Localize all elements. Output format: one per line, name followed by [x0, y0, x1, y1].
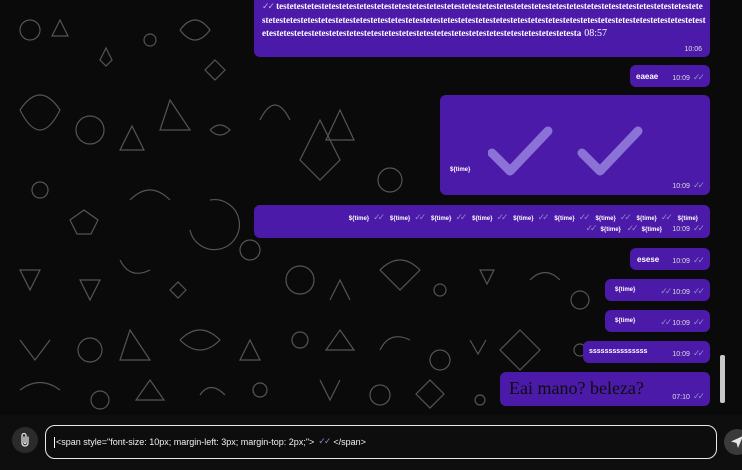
double-check-icon: ✓✓	[373, 213, 385, 223]
double-check-icon: ✓✓	[692, 224, 705, 234]
input-value-end: </span>	[333, 437, 366, 447]
message-time: 10:09	[672, 257, 690, 265]
inline-time: 08:57	[584, 28, 608, 39]
message-time: 07:10	[672, 393, 690, 401]
message-time: 10:09	[672, 319, 690, 327]
message-meta: 10:06	[684, 46, 702, 53]
double-check-icon: ✓✓	[578, 213, 591, 223]
message-meta: 10:09 ✓✓	[672, 349, 705, 359]
message-text-row: ✓✓ ${time} ✓✓ ${time}	[585, 224, 666, 234]
message-time: 10:09	[672, 288, 690, 296]
message-text: ${time}	[641, 227, 662, 233]
message-time: 10:09	[672, 182, 690, 190]
attach-button[interactable]	[12, 427, 38, 453]
message-text: sssssssssssssss	[589, 348, 648, 355]
double-check-icon: ✓✓	[692, 73, 705, 83]
double-check-icon: ✓✓	[660, 213, 673, 223]
double-check-icon: ✓✓	[692, 287, 705, 297]
double-check-icon: ✓✓	[537, 213, 550, 223]
message-input[interactable]: <span style="font-size: 10px; margin-lef…	[45, 425, 717, 459]
message-bubble[interactable]: ${time} ✓✓ 10:09 ✓✓	[605, 310, 710, 332]
message-text: eaeae	[636, 72, 659, 81]
message-text: ${time}	[677, 216, 698, 222]
input-value-start: <span style="font-size: 10px; margin-lef…	[56, 437, 315, 447]
message-text: ${time}	[450, 167, 471, 173]
message-text-row: ${time} ✓✓ ${time} ✓✓ ${time} ✓✓ ${time} ✓✓ …	[343, 213, 702, 223]
message-meta: 10:09 ✓✓	[672, 224, 705, 234]
message-bubble[interactable]: eaeae 10:09 ✓✓	[630, 65, 710, 87]
double-check-icon: ✓✓	[692, 392, 705, 402]
chat-scrollbar[interactable]	[720, 355, 725, 403]
message-bubble[interactable]: Eai mano? beleza? 07:10 ✓✓	[500, 372, 710, 406]
message-bubble[interactable]: esese 10:09 ✓✓	[630, 248, 710, 270]
double-check-icon: ✓✓	[585, 224, 597, 234]
double-check-icon: ✓✓	[414, 213, 426, 223]
message-meta: 07:10 ✓✓	[672, 392, 705, 402]
double-check-icon: ✓✓	[455, 213, 467, 223]
message-text: ${time}	[615, 287, 636, 293]
double-check-icon: ✓✓	[692, 256, 705, 266]
message-text: ${time}	[600, 227, 621, 233]
message-text: ${time}	[389, 216, 411, 222]
double-check-icon	[488, 126, 643, 176]
message-text: ${time}	[595, 216, 616, 222]
message-meta: 10:09 ✓✓	[672, 181, 705, 191]
message-time: 10:09	[672, 225, 690, 233]
double-check-icon: ✓✓	[692, 349, 705, 359]
message-bubble[interactable]: sssssssssssssss 10:09 ✓✓	[583, 341, 710, 363]
double-check-icon: ✓✓	[660, 287, 672, 297]
message-text: esese	[637, 255, 660, 264]
message-time: 10:09	[672, 350, 690, 358]
double-check-icon: ✓✓	[619, 213, 632, 223]
double-check-icon: ✓✓	[262, 2, 275, 12]
message-text: ${time}	[348, 216, 370, 222]
double-check-icon: ✓✓	[660, 318, 672, 328]
message-text: Eai mano? beleza?	[509, 378, 644, 398]
text-caret	[54, 436, 55, 448]
message-meta: 10:09 ✓✓	[672, 73, 705, 83]
message-bubble[interactable]: ${time} 10:09 ✓✓	[440, 95, 710, 195]
double-check-icon: ✓✓	[496, 213, 508, 223]
message-text: ${time}	[554, 216, 575, 222]
message-text: ${time}	[513, 216, 534, 222]
message-meta: ✓✓ 10:09 ✓✓	[660, 287, 705, 297]
message-bubble[interactable]: ${time} ✓✓ ${time} ✓✓ ${time} ✓✓ ${time} ✓✓ …	[254, 205, 710, 238]
message-bubble[interactable]: ${time} ✓✓ 10:09 ✓✓	[605, 279, 710, 301]
double-check-icon: ✓✓	[626, 224, 639, 234]
double-check-icon: ✓✓	[692, 181, 705, 191]
double-check-icon: ✓✓	[692, 318, 705, 328]
message-time: 10:09	[672, 74, 690, 82]
send-icon	[731, 436, 742, 448]
message-text: ✓✓ testetestetestetestetestetestetestetes…	[262, 1, 706, 39]
message-bubble[interactable]: ✓✓ testetestetestetestetestetestetestetes…	[254, 0, 710, 57]
message-text: ${time}	[636, 216, 657, 222]
message-meta: ✓✓ 10:09 ✓✓	[660, 318, 705, 328]
message-time: 10:06	[684, 46, 702, 53]
paperclip-icon	[21, 432, 29, 447]
message-text: ${time}	[615, 318, 636, 324]
message-text: ${time}	[472, 216, 493, 222]
message-text: ${time}	[431, 216, 452, 222]
double-check-icon: ✓✓	[318, 437, 331, 447]
message-meta: 10:09 ✓✓	[672, 256, 705, 266]
